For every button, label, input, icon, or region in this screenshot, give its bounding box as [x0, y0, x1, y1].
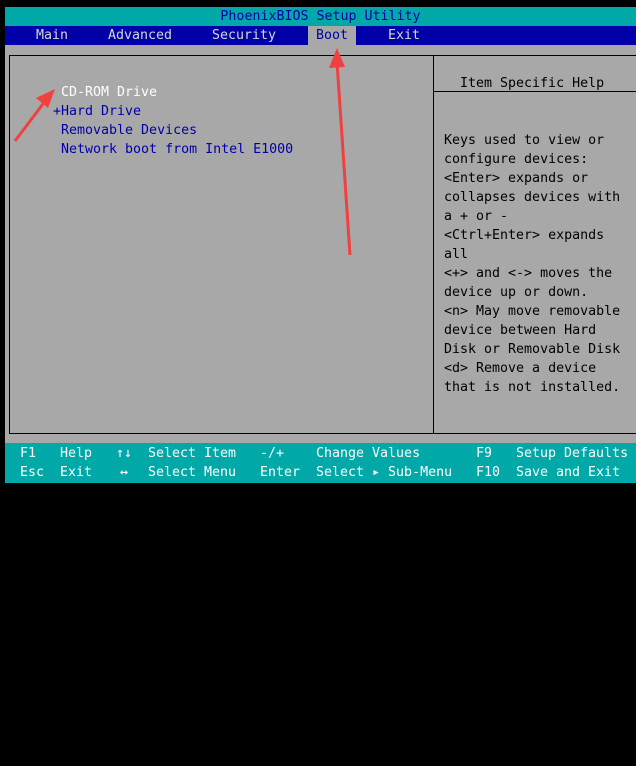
- arrow-to-cdrom-icon: [13, 89, 55, 142]
- annotation-arrows: [13, 48, 352, 256]
- arrow-to-boot-icon: [329, 48, 352, 256]
